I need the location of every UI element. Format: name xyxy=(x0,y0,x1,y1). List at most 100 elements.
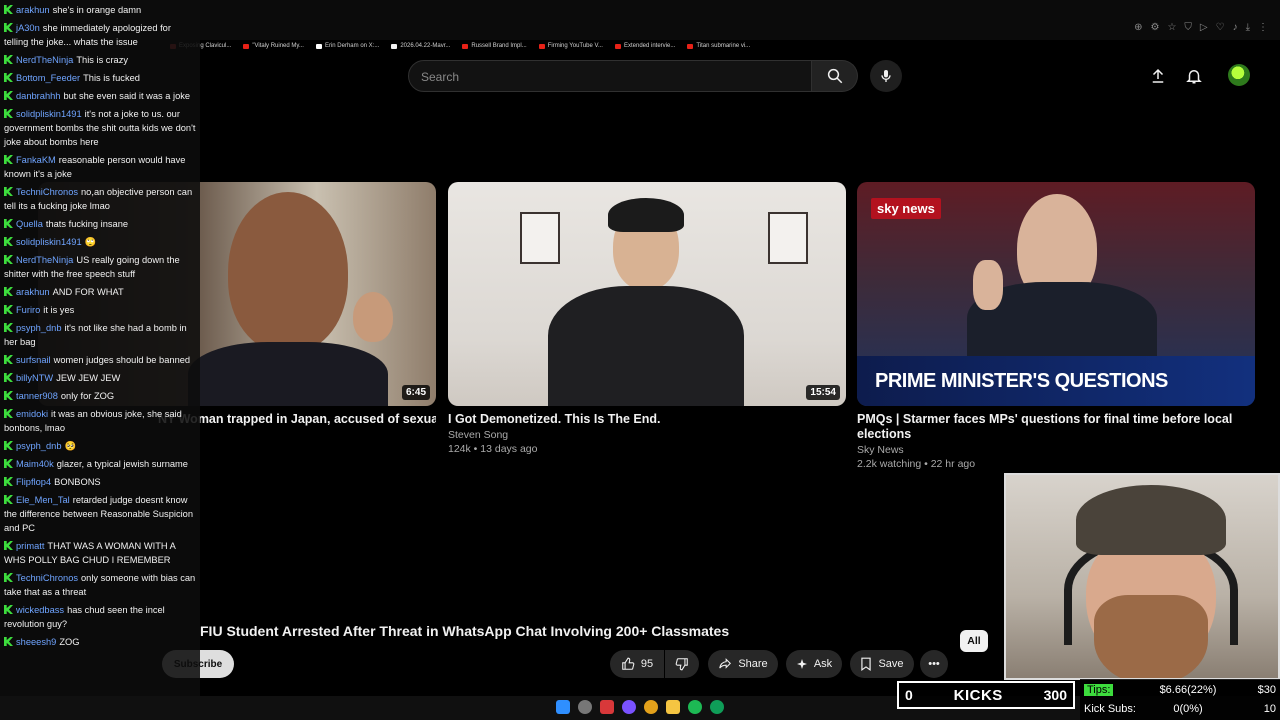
chat-username[interactable]: TechniChronos xyxy=(16,187,78,197)
save-label: Save xyxy=(878,658,904,670)
like-button[interactable]: 95 xyxy=(610,650,664,678)
favicon-icon xyxy=(391,43,398,49)
chat-username[interactable]: Flipflop4 xyxy=(16,477,51,487)
browser-icon[interactable] xyxy=(644,700,658,714)
kick-badge-icon xyxy=(4,495,13,504)
search-input[interactable]: Search xyxy=(408,60,812,92)
bookmark-star-icon[interactable]: ☆ xyxy=(1167,22,1176,33)
taskbar-search-icon[interactable] xyxy=(578,700,592,714)
chat-app-icon[interactable] xyxy=(622,700,636,714)
record-app-icon[interactable] xyxy=(600,700,614,714)
chat-message: tanner908 only for ZOG xyxy=(4,389,196,403)
bookmark-item[interactable]: Erin Derham on X:... xyxy=(315,40,379,52)
share-button[interactable]: Share xyxy=(708,650,778,678)
kick-badge-icon xyxy=(4,477,13,486)
sound-icon[interactable]: ♪ xyxy=(1233,22,1238,33)
kick-badge-icon xyxy=(4,287,13,296)
menu-icon[interactable]: ⋮ xyxy=(1258,22,1268,33)
kick-badge-icon xyxy=(4,155,13,164)
channel-name[interactable]: Steven Song xyxy=(448,429,846,441)
video-meta: 2.2k watching • 22 hr ago xyxy=(857,458,976,470)
chat-username[interactable]: psyph_dnb xyxy=(16,323,62,333)
video-card[interactable]: sky news PRIME MINISTER'S QUESTIONS PMQs… xyxy=(857,182,1255,470)
video-thumbnail[interactable]: 15:54 xyxy=(448,182,846,406)
chat-username[interactable]: solidpliskin1491 xyxy=(16,109,82,119)
avatar[interactable] xyxy=(1228,64,1250,86)
chat-username[interactable]: Furiro xyxy=(16,305,40,315)
download-icon[interactable]: ⤓ xyxy=(1246,22,1250,33)
chat-username[interactable]: sheeesh9 xyxy=(16,637,56,647)
chat-username[interactable]: tanner908 xyxy=(16,391,58,401)
chat-username[interactable]: Bottom_Feeder xyxy=(16,73,80,83)
bookmark-item[interactable]: Titan submarine vi... xyxy=(687,40,750,52)
chat-text: ZOG xyxy=(59,637,80,647)
chat-username[interactable]: psyph_dnb xyxy=(16,441,62,451)
windows-start-icon[interactable] xyxy=(556,700,570,714)
zoom-icon[interactable]: ⊕ xyxy=(1134,22,1142,33)
chat-username[interactable]: Quella xyxy=(16,219,43,229)
upload-button[interactable] xyxy=(1146,64,1170,88)
search-button[interactable] xyxy=(812,60,858,92)
folder-icon[interactable] xyxy=(666,700,680,714)
bookmark-item[interactable]: Firming YouTube V... xyxy=(538,40,603,52)
settings-icon[interactable]: ⚙ xyxy=(1150,22,1159,33)
chat-username[interactable]: wickedbass xyxy=(16,605,64,615)
kick-badge-icon xyxy=(4,441,13,450)
chat-username[interactable]: arakhun xyxy=(16,287,50,297)
bookmark-label: Titan submarine vi... xyxy=(696,43,751,49)
xbox-icon[interactable] xyxy=(710,700,724,714)
kick-badge-icon xyxy=(4,73,13,82)
chat-username[interactable]: surfsnail xyxy=(16,355,51,365)
favicon-icon xyxy=(538,43,545,49)
save-button[interactable]: Save xyxy=(850,650,914,678)
chat-username[interactable]: TechniChronos xyxy=(16,573,78,583)
play-icon[interactable]: ▷ xyxy=(1200,22,1208,33)
chat-username[interactable]: emidoki xyxy=(16,409,48,419)
video-title[interactable]: I Got Demonetized. This Is The End. xyxy=(448,412,846,427)
video-card[interactable]: 15:54 I Got Demonetized. This Is The End… xyxy=(448,182,846,455)
kick-badge-icon xyxy=(4,605,13,614)
dislike-button[interactable] xyxy=(665,650,699,678)
bookmark-label: "Vitaly Ruined My... xyxy=(252,43,304,49)
bookmark-item[interactable]: "Vitaly Ruined My... xyxy=(243,40,304,52)
thumbnail-face xyxy=(228,192,348,352)
chat-username[interactable]: primatt xyxy=(16,541,44,551)
share-label: Share xyxy=(738,658,768,670)
chat-text: glazer, a typical jewish surname xyxy=(56,459,188,469)
bookmark-item[interactable]: Extended intervie... xyxy=(614,40,675,52)
video-thumbnail[interactable]: sky news PRIME MINISTER'S QUESTIONS xyxy=(857,182,1255,406)
bookmark-item[interactable]: 2026.04.22-Mavr... xyxy=(391,40,450,52)
sparkle-icon xyxy=(796,659,807,669)
more-actions-button[interactable]: ••• xyxy=(920,650,948,678)
chat-username[interactable]: danbrahhh xyxy=(16,91,60,101)
chat-username[interactable]: NerdTheNinja xyxy=(16,255,73,265)
kick-badge-icon xyxy=(4,541,13,550)
heart-icon[interactable]: ♡ xyxy=(1216,22,1225,33)
thumbs-down-icon xyxy=(675,658,688,671)
kick-badge-icon xyxy=(4,637,13,646)
extension-icons[interactable]: ⊕ ⚙ ☆ ⛉ ▷ ♡ ♪ ⤓ ⋮ xyxy=(1134,22,1268,33)
ask-label: Ask xyxy=(813,658,833,670)
chat-text: thats fucking insane xyxy=(45,219,129,229)
channel-name[interactable]: Sky News xyxy=(857,444,1255,456)
chat-text: 🥺 xyxy=(64,441,77,451)
ask-button[interactable]: Ask xyxy=(786,650,842,678)
chat-username[interactable]: NerdTheNinja xyxy=(16,55,73,65)
voice-search-button[interactable] xyxy=(870,60,902,92)
notifications-button[interactable] xyxy=(1182,64,1206,88)
youtube-header: Search xyxy=(200,56,1280,96)
chat-username[interactable]: solidpliskin1491 xyxy=(16,237,82,247)
chat-username[interactable]: FankaKM xyxy=(16,155,56,165)
kick-badge-icon xyxy=(4,219,13,228)
chat-username[interactable]: jA30n xyxy=(16,23,40,33)
shield-icon[interactable]: ⛉ xyxy=(1184,22,1192,33)
chat-username[interactable]: arakhun xyxy=(16,5,50,15)
chat-username[interactable]: Ele_Men_Tal xyxy=(16,495,70,505)
video-title[interactable]: PMQs | Starmer faces MPs' questions for … xyxy=(857,412,1255,442)
chip-all[interactable]: All xyxy=(960,630,988,652)
spotify-icon[interactable] xyxy=(688,700,702,714)
bookmark-item[interactable]: Russell Brand Impl... xyxy=(462,40,527,52)
webcam-beard xyxy=(1094,595,1208,678)
chat-username[interactable]: Maim40k xyxy=(16,459,54,469)
chat-username[interactable]: billyNTW xyxy=(16,373,53,383)
